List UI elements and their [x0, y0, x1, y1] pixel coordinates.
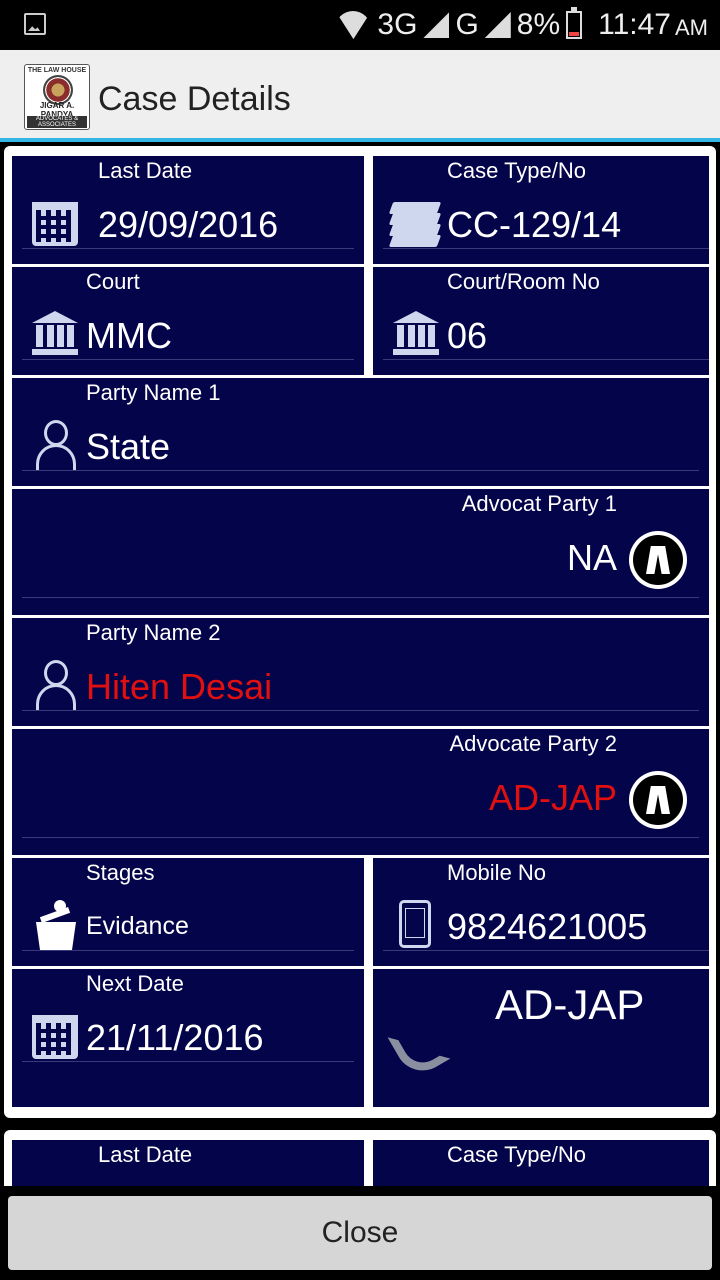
clock: 11:47 — [598, 8, 671, 41]
battery-percent: 8% — [516, 8, 561, 41]
divider — [22, 248, 354, 249]
logo-top-text: THE LAW HOUSE — [27, 67, 87, 74]
mobile-value[interactable]: 9824621005 — [447, 906, 647, 948]
case-type-label: Case Type/No — [447, 1142, 587, 1167]
page-title: Case Details — [98, 80, 291, 118]
party-name-2-value: Hiten Desai — [86, 666, 273, 707]
close-button[interactable]: Close — [8, 1196, 712, 1270]
case-card[interactable]: Last Date Case Type/No — [4, 1130, 716, 1186]
divider — [22, 710, 699, 711]
court-room-cell: Court/Room No 06 — [373, 267, 709, 375]
mobile-phone-icon — [399, 900, 431, 948]
mobile-label: Mobile No — [447, 860, 547, 885]
next-date-cell: Next Date 21/11/2016 — [12, 969, 364, 1107]
person-icon — [36, 660, 76, 710]
clock-ampm: AM — [675, 15, 708, 40]
advocate-robe-icon — [629, 771, 687, 829]
last-date-label: Last Date — [98, 158, 193, 183]
stages-value: Evidance — [86, 912, 189, 940]
case-type-cell: Case Type/No CC-129/14 — [373, 156, 709, 264]
signal-icon — [423, 12, 450, 38]
network-type-g: G — [455, 8, 479, 41]
status-icons: 3G G 8% 11:47 AM — [335, 4, 708, 46]
app-logo[interactable]: THE LAW HOUSE JIGAR A. PANDYA ADVOCATES … — [24, 64, 90, 130]
network-type-3g: 3G — [377, 8, 418, 41]
divider — [22, 359, 354, 360]
calendar-icon — [32, 1015, 78, 1059]
advocate-party-2-value: AD-JAP — [488, 777, 617, 818]
app-bar: THE LAW HOUSE JIGAR A. PANDYA ADVOCATES … — [0, 50, 720, 142]
case-type-cell: Case Type/No — [373, 1140, 709, 1186]
courthouse-icon — [393, 311, 439, 355]
party-name-2-label: Party Name 2 — [86, 620, 221, 645]
case-type-label: Case Type/No — [447, 158, 587, 183]
stages-cell: Stages Evidance — [12, 858, 364, 966]
divider — [383, 359, 709, 360]
call-name: AD-JAP — [495, 981, 645, 1028]
case-type-value: CC-129/14 — [447, 204, 622, 245]
calendar-icon — [32, 202, 78, 246]
gallery-notification-icon — [24, 13, 46, 35]
advocate-party-1-value: NA — [566, 537, 617, 578]
advocate-party-1-label: Advocat Party 1 — [461, 491, 617, 516]
party-name-1-cell: Party Name 1 State — [12, 378, 709, 486]
mobile-cell: Mobile No 9824621005 — [373, 858, 709, 966]
party-name-1-value: State — [86, 426, 171, 467]
last-date-cell: Last Date — [12, 1140, 364, 1186]
next-date-label: Next Date — [86, 971, 184, 996]
court-room-label: Court/Room No — [447, 269, 600, 294]
call-cell[interactable]: AD-JAP — [373, 969, 709, 1107]
divider — [22, 837, 699, 838]
last-date-label: Last Date — [98, 1142, 193, 1167]
advocate-party-2-label: Advocate Party 2 — [449, 731, 617, 756]
logo-sub: ADVOCATES & ASSOCIATES — [27, 116, 87, 128]
court-room-value: 06 — [447, 315, 488, 356]
battery-icon — [566, 7, 583, 39]
stack-icon — [388, 202, 442, 247]
last-date-cell: Last Date 29/09/2016 — [12, 156, 364, 264]
stages-label: Stages — [86, 860, 155, 885]
court-cell: Court MMC — [12, 267, 364, 375]
person-icon — [36, 420, 76, 470]
divider — [22, 597, 699, 598]
wifi-icon — [335, 11, 371, 39]
advocate-party-1-cell: Advocat Party 1 NA — [12, 489, 709, 615]
divider — [383, 248, 709, 249]
party-name-1-label: Party Name 1 — [86, 380, 221, 405]
advocate-party-2-cell: Advocate Party 2 AD-JAP — [12, 729, 709, 855]
divider — [22, 470, 699, 471]
party-name-2-cell: Party Name 2 Hiten Desai — [12, 618, 709, 726]
court-value: MMC — [86, 315, 172, 356]
footer: Close — [0, 1186, 720, 1280]
next-date-value: 21/11/2016 — [86, 1017, 264, 1058]
case-list[interactable]: Last Date 29/09/2016 Case Type/No CC-129… — [0, 146, 720, 1186]
last-date-value: 29/09/2016 — [98, 204, 279, 245]
status-bar: 3G G 8% 11:47 AM — [0, 0, 720, 50]
divider — [22, 1061, 354, 1062]
divider — [22, 950, 354, 951]
court-label: Court — [86, 269, 140, 294]
advocate-robe-icon — [629, 531, 687, 589]
courthouse-icon — [32, 311, 78, 355]
case-card[interactable]: Last Date 29/09/2016 Case Type/No CC-129… — [4, 146, 716, 1118]
divider — [383, 950, 709, 951]
phone-call-icon[interactable] — [393, 1021, 429, 1057]
signal-icon-2 — [484, 12, 511, 38]
podium-icon — [36, 900, 76, 950]
